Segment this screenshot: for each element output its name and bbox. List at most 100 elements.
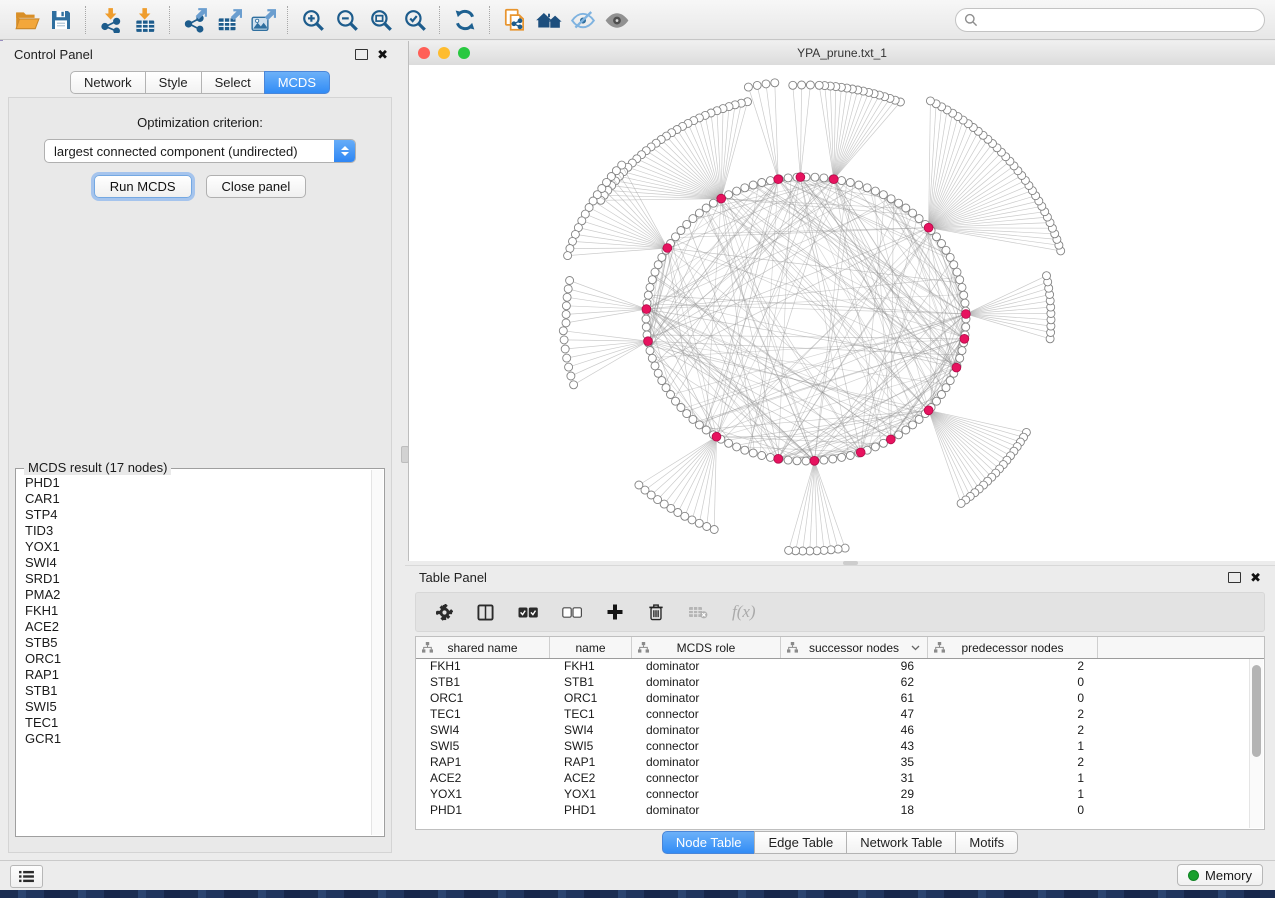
import-table-button[interactable] <box>128 4 162 36</box>
network-node[interactable] <box>567 372 575 380</box>
column-header-shared-name[interactable]: shared name <box>416 637 550 658</box>
network-node[interactable] <box>725 439 733 447</box>
network-node[interactable] <box>902 426 910 434</box>
network-node[interactable] <box>648 276 656 284</box>
network-node[interactable] <box>654 369 662 377</box>
mcds-hub-node[interactable] <box>663 244 672 253</box>
network-node[interactable] <box>815 81 823 89</box>
table-row[interactable]: YOX1YOX1connector291 <box>416 786 1249 802</box>
network-window-titlebar[interactable]: YPA_prune.txt_1 <box>409 41 1275 66</box>
mcds-hub-node[interactable] <box>810 456 819 465</box>
column-header-predecessor-nodes[interactable]: predecessor nodes <box>928 637 1098 658</box>
network-node[interactable] <box>709 199 717 207</box>
mcds-hub-node[interactable] <box>962 310 971 319</box>
network-node[interactable] <box>689 415 697 423</box>
network-node[interactable] <box>563 354 571 362</box>
close-panel-icon[interactable]: ✖ <box>1250 571 1261 584</box>
mcds-result-item[interactable]: GCR1 <box>25 731 371 747</box>
network-node[interactable] <box>785 546 793 554</box>
network-node[interactable] <box>820 174 828 182</box>
network-node[interactable] <box>871 443 879 451</box>
network-node[interactable] <box>566 277 574 285</box>
mcds-hub-node[interactable] <box>856 448 865 457</box>
refresh-layout-button[interactable] <box>448 4 482 36</box>
table-row[interactable]: TEC1TEC1connector472 <box>416 706 1249 722</box>
network-node[interactable] <box>802 457 810 465</box>
table-row[interactable]: FKH1FKH1dominator962 <box>416 658 1249 674</box>
import-network-button[interactable] <box>94 4 128 36</box>
network-node[interactable] <box>733 187 741 195</box>
network-node[interactable] <box>658 253 666 261</box>
network-node[interactable] <box>895 199 903 207</box>
mcds-hub-node[interactable] <box>774 175 783 184</box>
network-node[interactable] <box>642 315 650 323</box>
select-all-button[interactable] <box>518 607 538 618</box>
table-row[interactable]: PHD1PHD1dominator180 <box>416 802 1249 818</box>
column-header-successor-nodes[interactable]: successor nodes <box>781 637 928 658</box>
mcds-hub-node[interactable] <box>886 435 895 444</box>
table-scrollbar[interactable] <box>1249 659 1263 828</box>
network-node[interactable] <box>658 377 666 385</box>
network-node[interactable] <box>646 283 654 291</box>
mcds-hub-node[interactable] <box>717 194 726 203</box>
network-node[interactable] <box>758 452 766 460</box>
network-node[interactable] <box>926 97 934 105</box>
mcds-hub-node[interactable] <box>712 432 721 441</box>
mcds-result-item[interactable]: SWI5 <box>25 699 371 715</box>
mcds-result-item[interactable]: YOX1 <box>25 539 371 555</box>
table-row[interactable]: ORC1ORC1dominator610 <box>416 690 1249 706</box>
table-scrollbar-thumb[interactable] <box>1252 665 1261 757</box>
network-node[interactable] <box>909 421 917 429</box>
network-node[interactable] <box>753 81 761 89</box>
network-node[interactable] <box>784 174 792 182</box>
float-panel-icon[interactable] <box>1228 572 1241 583</box>
network-node[interactable] <box>758 179 766 187</box>
network-node[interactable] <box>644 291 652 299</box>
run-mcds-button[interactable]: Run MCDS <box>94 175 192 198</box>
network-node[interactable] <box>793 457 801 465</box>
zoom-out-button[interactable] <box>330 4 364 36</box>
network-node[interactable] <box>798 81 806 89</box>
network-node[interactable] <box>784 456 792 464</box>
network-node[interactable] <box>741 184 749 192</box>
network-node[interactable] <box>766 453 774 461</box>
mcds-hub-node[interactable] <box>796 173 805 182</box>
mcds-result-item[interactable]: PMA2 <box>25 587 371 603</box>
table-row[interactable]: RAP1RAP1dominator352 <box>416 754 1249 770</box>
network-node[interactable] <box>683 220 691 228</box>
network-canvas[interactable] <box>409 65 1275 561</box>
show-columns-button[interactable] <box>477 604 494 621</box>
search-field[interactable] <box>955 8 1265 32</box>
network-node[interactable] <box>702 426 710 434</box>
tab-mcds[interactable]: MCDS <box>264 71 330 94</box>
network-node[interactable] <box>863 184 871 192</box>
network-node[interactable] <box>762 80 770 88</box>
network-node[interactable] <box>677 404 685 412</box>
mcds-result-item[interactable]: STP4 <box>25 507 371 523</box>
mcds-result-item[interactable]: CAR1 <box>25 491 371 507</box>
tab-network[interactable]: Network <box>70 71 146 94</box>
network-node[interactable] <box>829 455 837 463</box>
mcds-hub-node[interactable] <box>774 454 783 463</box>
network-node[interactable] <box>560 336 568 344</box>
zoom-in-button[interactable] <box>296 4 330 36</box>
table-row[interactable]: SWI4SWI4dominator462 <box>416 722 1249 738</box>
network-node[interactable] <box>710 526 718 534</box>
network-node[interactable] <box>915 215 923 223</box>
network-node[interactable] <box>688 516 696 524</box>
memory-button[interactable]: Memory <box>1177 864 1263 886</box>
mcds-result-item[interactable]: ACE2 <box>25 619 371 635</box>
mcds-result-item[interactable]: RAP1 <box>25 667 371 683</box>
network-node[interactable] <box>562 319 570 327</box>
save-session-button[interactable] <box>44 4 78 36</box>
network-node[interactable] <box>855 181 863 189</box>
network-node[interactable] <box>667 391 675 399</box>
mcds-result-item[interactable]: STB5 <box>25 635 371 651</box>
search-input[interactable] <box>983 11 1256 28</box>
network-node[interactable] <box>846 179 854 187</box>
open-file-button[interactable] <box>10 4 44 36</box>
network-node[interactable] <box>915 415 923 423</box>
network-node[interactable] <box>562 302 570 310</box>
network-node[interactable] <box>702 204 710 212</box>
network-node[interactable] <box>902 204 910 212</box>
